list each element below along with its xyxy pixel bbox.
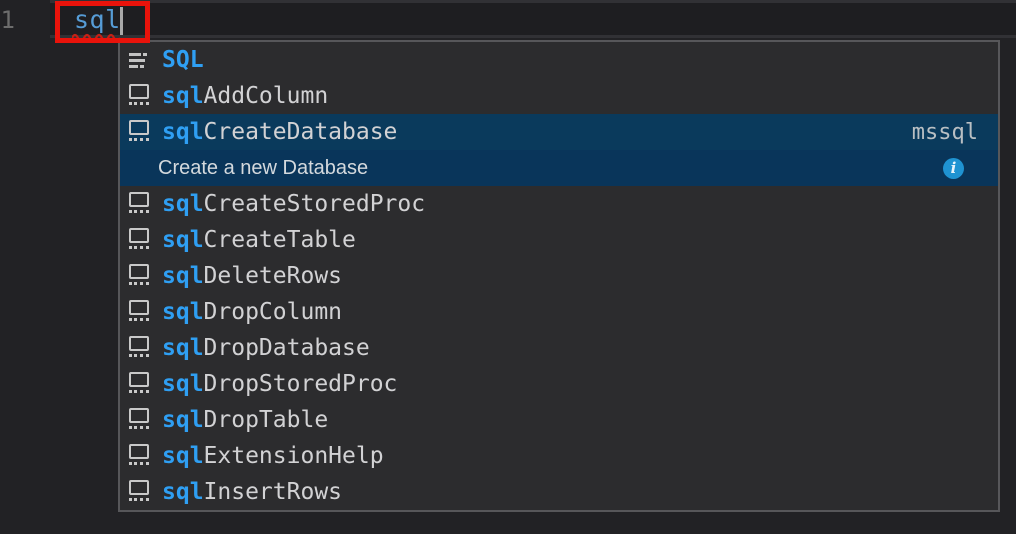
suggestion-match-text: sql — [162, 263, 204, 289]
suggestion-match-text: sql — [162, 83, 204, 109]
suggestion-item[interactable]: sqlCreateStoredProc — [120, 186, 998, 222]
snippet-icon — [129, 372, 149, 396]
suggestion-match-text: sql — [162, 407, 204, 433]
snippet-icon — [129, 480, 149, 504]
suggestion-item[interactable]: sqlDeleteRows — [120, 258, 998, 294]
suggestion-detail: mssql — [912, 120, 978, 145]
snippet-icon — [129, 120, 149, 144]
suggest-widget: SQL sqlAddColumn sqlCreateDatabase mssql… — [118, 40, 1000, 512]
suggestion-rest-text: CreateTable — [204, 227, 356, 253]
suggestion-rest-text: DropStoredProc — [204, 371, 398, 397]
suggestion-item[interactable]: sqlExtensionHelp — [120, 438, 998, 474]
suggestion-rest-text: DropColumn — [204, 299, 342, 325]
suggestion-item[interactable]: sqlDropColumn — [120, 294, 998, 330]
suggestion-match-text: sql — [162, 227, 204, 253]
suggestion-match-text: sql — [162, 119, 204, 145]
suggestion-documentation: Create a new Database i — [120, 150, 998, 186]
snippet-icon — [129, 336, 149, 360]
current-line-highlight — [50, 0, 1016, 38]
code-editor: 1 sql SQL sqlAddColumn sqlCreateDatabase… — [0, 0, 1016, 534]
info-icon[interactable]: i — [943, 158, 964, 179]
suggestion-item[interactable]: sqlCreateTable — [120, 222, 998, 258]
suggestion-item[interactable]: sqlCreateDatabase mssql — [120, 114, 998, 150]
snippet-icon — [129, 444, 149, 468]
suggestion-match-text: sql — [162, 443, 204, 469]
suggestion-item[interactable]: sqlDropDatabase — [120, 330, 998, 366]
snippet-icon — [129, 300, 149, 324]
suggestion-item[interactable]: sqlDropTable — [120, 402, 998, 438]
text-completion-icon — [129, 48, 149, 72]
suggestion-item[interactable]: sqlAddColumn — [120, 78, 998, 114]
suggestion-match-text: sql — [162, 299, 204, 325]
snippet-icon — [129, 408, 149, 432]
suggestion-match-text: sql — [162, 191, 204, 217]
snippet-icon — [129, 84, 149, 108]
line-number: 1 — [0, 6, 15, 34]
suggestion-match-text: sql — [162, 479, 204, 505]
suggestion-item[interactable]: sqlInsertRows — [120, 474, 998, 510]
snippet-icon — [129, 264, 149, 288]
suggestion-rest-text: CreateDatabase — [204, 119, 398, 145]
documentation-text: Create a new Database — [158, 157, 368, 180]
suggestion-rest-text: ExtensionHelp — [204, 443, 384, 469]
suggestion-rest-text: DeleteRows — [204, 263, 342, 289]
snippet-icon — [129, 192, 149, 216]
suggestion-rest-text: InsertRows — [204, 479, 342, 505]
suggestion-rest-text: AddColumn — [204, 83, 329, 109]
suggestion-item[interactable]: sqlDropStoredProc — [120, 366, 998, 402]
annotation-highlight-box — [55, 1, 150, 43]
suggestion-match-text: sql — [162, 371, 204, 397]
suggestion-rest-text: CreateStoredProc — [204, 191, 426, 217]
suggestion-match-text: sql — [162, 335, 204, 361]
suggestion-rest-text: DropTable — [204, 407, 329, 433]
suggestion-rest-text: DropDatabase — [204, 335, 370, 361]
suggestion-match-text: SQL — [162, 47, 204, 73]
snippet-icon — [129, 228, 149, 252]
suggestion-item[interactable]: SQL — [120, 42, 998, 78]
